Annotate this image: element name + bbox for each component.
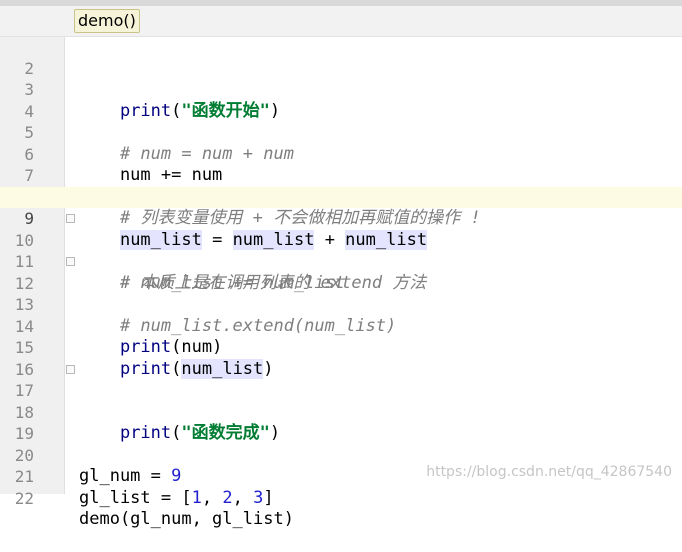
code-line[interactable]: 16 (0, 337, 682, 379)
code-line[interactable]: 11 # num_list += num_list (0, 230, 682, 293)
code-text: gl_list = [1, 2, 3] (79, 487, 274, 508)
code-editor[interactable]: 2 3 print("函数开始") 4 5 # num = num + num … (0, 36, 682, 529)
code-line[interactable]: 7 (0, 144, 682, 185)
code-line[interactable]: 2 (0, 36, 682, 78)
code-line[interactable]: 15 print(num_list) (0, 316, 682, 379)
line-number: 22 (14, 488, 34, 508)
watermark: https://blog.csdn.net/qq_42867540 (426, 464, 672, 480)
code-line[interactable]: 20 gl_num = 9 (0, 423, 682, 487)
fold-marker-icon[interactable] (66, 214, 75, 223)
fold-marker-icon[interactable] (66, 364, 75, 374)
code-line[interactable]: 3 print("函数开始") (0, 58, 682, 121)
code-line[interactable]: 8 # 列表变量使用 + 不会做相加再赋值的操作 ! (0, 165, 682, 229)
breadcrumb-function[interactable]: demo() (74, 9, 140, 33)
code-line[interactable]: 6 num += num (0, 122, 682, 186)
code-text: demo(gl_num, gl_list) (79, 509, 294, 529)
code-line[interactable]: 5 # num = num + num (0, 101, 682, 164)
code-line[interactable]: 18 (0, 380, 682, 422)
fold-marker-icon[interactable] (66, 257, 75, 266)
code-line[interactable]: 14 print(num) (0, 294, 682, 358)
code-line[interactable]: 21 gl_list = [1, 2, 3] (0, 445, 682, 508)
code-line[interactable]: 19 (0, 402, 682, 443)
code-line[interactable]: 12 # num_list.extend(num_list) (0, 251, 682, 336)
code-line[interactable]: 13 (0, 273, 682, 314)
code-line[interactable]: 4 (0, 79, 682, 121)
current-code-line[interactable]: 9 num_list = num_list + num_list (0, 186, 682, 250)
code-line[interactable]: 10 # 本质上是在调用列表的 extend 方法 (0, 208, 682, 293)
breadcrumb: demo() (0, 6, 682, 37)
code-line[interactable]: 17 print("函数完成") (0, 359, 682, 443)
